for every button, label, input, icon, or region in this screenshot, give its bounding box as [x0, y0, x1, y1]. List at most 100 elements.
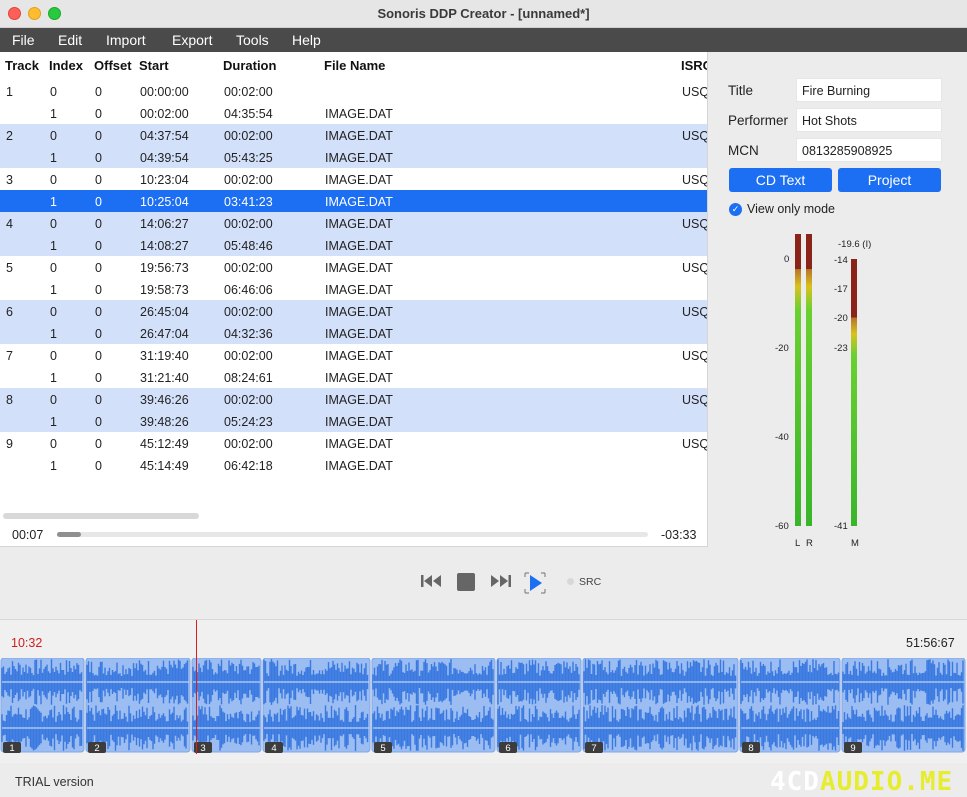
cell-start: 00:02:00	[140, 107, 189, 121]
play-icon[interactable]	[523, 572, 547, 594]
cell-start: 19:58:73	[140, 283, 189, 297]
mcn-field[interactable]: 0813285908925	[796, 138, 942, 162]
cell-offset: 0	[95, 239, 102, 253]
waveform-display[interactable]: 1 2 3 4 5 6 7 8 9	[0, 658, 967, 754]
view-only-checkbox[interactable]: ✓	[729, 203, 742, 216]
cell-duration: 00:02:00	[224, 217, 273, 231]
cell-track: 6	[6, 305, 13, 319]
cell-file: IMAGE.DAT	[325, 217, 393, 231]
view-only-label: View only mode	[747, 202, 836, 216]
cell-duration: 00:02:00	[224, 349, 273, 363]
table-row[interactable]: 8 0 0 39:46:26 00:02:00 IMAGE.DAT USQ	[0, 388, 708, 410]
cell-file: IMAGE.DAT	[325, 327, 393, 341]
cell-start: 04:37:54	[140, 129, 189, 143]
cell-offset: 0	[95, 415, 102, 429]
cell-duration: 04:32:36	[224, 327, 273, 341]
waveform-track-clip[interactable]: 2	[85, 658, 191, 754]
table-row[interactable]: 1 0 45:14:49 06:42:18 IMAGE.DAT	[0, 454, 707, 476]
cell-offset: 0	[95, 195, 102, 209]
cell-file: IMAGE.DAT	[325, 283, 393, 297]
title-field[interactable]: Fire Burning	[796, 78, 942, 102]
title-bar: Sonoris DDP Creator - [unnamed*]	[0, 0, 967, 28]
table-header: Track Index Offset Start Duration File N…	[0, 52, 707, 78]
cell-offset: 0	[95, 459, 102, 473]
table-row[interactable]: 9 0 0 45:12:49 00:02:00 IMAGE.DAT USQ	[0, 432, 707, 454]
total-time: 51:56:67	[906, 636, 955, 650]
waveform-track-clip[interactable]: 7	[582, 658, 739, 754]
table-row[interactable]: 6 0 0 26:45:04 00:02:00 IMAGE.DAT USQ	[0, 300, 708, 322]
table-row[interactable]: 1 0 00:02:00 04:35:54 IMAGE.DAT	[0, 102, 707, 124]
cell-offset: 0	[95, 371, 102, 385]
column-header-isrc[interactable]: ISRC	[681, 58, 707, 73]
horizontal-scrollbar[interactable]	[3, 513, 199, 519]
cd-text-button[interactable]: CD Text	[729, 168, 832, 192]
table-row[interactable]: 1 0 39:48:26 05:24:23 IMAGE.DAT	[0, 410, 707, 432]
waveform-track-clip[interactable]: 1	[0, 658, 85, 754]
waveform-track-clip[interactable]: 9	[841, 658, 966, 754]
table-row[interactable]: 1 0 26:47:04 04:32:36 IMAGE.DAT	[0, 322, 707, 344]
project-button[interactable]: Project	[838, 168, 941, 192]
cell-duration: 00:02:00	[224, 261, 273, 275]
playhead-cursor[interactable]	[196, 620, 197, 754]
table-row[interactable]: 4 0 0 14:06:27 00:02:00 IMAGE.DAT USQ	[0, 212, 707, 234]
track-number-label: 5	[380, 743, 385, 754]
previous-track-icon[interactable]	[420, 572, 442, 590]
table-row[interactable]: 1 0 10:25:04 03:41:23 IMAGE.DAT	[0, 190, 707, 212]
performer-field[interactable]: Hot Shots	[796, 108, 942, 132]
menu-tools[interactable]: Tools	[236, 32, 269, 48]
table-row[interactable]: 1 0 04:39:54 05:43:25 IMAGE.DAT	[0, 146, 707, 168]
waveform-track-clip[interactable]: 3	[191, 658, 262, 754]
window-title: Sonoris DDP Creator - [unnamed*]	[377, 6, 590, 21]
menu-file[interactable]: File	[12, 32, 35, 48]
track-number-label: 7	[591, 743, 596, 754]
cell-index: 1	[50, 459, 57, 473]
table-row[interactable]: 1 0 0 00:00:00 00:02:00 USQ	[0, 80, 707, 102]
column-header-track[interactable]: Track	[5, 58, 39, 73]
cell-track: 2	[6, 129, 13, 143]
playback-progress-fill	[57, 532, 81, 537]
menu-export[interactable]: Export	[172, 32, 212, 48]
column-header-offset[interactable]: Offset	[94, 58, 132, 73]
cell-index: 1	[50, 327, 57, 341]
waveform-track-clip[interactable]: 6	[496, 658, 582, 754]
cell-start: 26:47:04	[140, 327, 189, 341]
cell-index: 1	[50, 239, 57, 253]
cell-file: IMAGE.DAT	[325, 173, 393, 187]
cell-start: 14:06:27	[140, 217, 189, 231]
m-scale-20: -20	[834, 313, 848, 324]
column-header-index[interactable]: Index	[49, 58, 83, 73]
table-row[interactable]: 5 0 0 19:56:73 00:02:00 IMAGE.DAT USQ	[0, 256, 708, 278]
cell-isrc: USQ	[682, 305, 708, 319]
table-row[interactable]: 2 0 0 04:37:54 00:02:00 IMAGE.DAT USQ	[0, 124, 707, 146]
menu-import[interactable]: Import	[106, 32, 146, 48]
cell-index: 0	[50, 393, 57, 407]
title-label: Title	[728, 83, 754, 98]
next-track-icon[interactable]	[490, 572, 512, 590]
table-body: 1 0 0 00:00:00 00:02:00 USQ 1 0 00:02:00 04:35:54…	[0, 80, 708, 476]
table-row[interactable]: 3 0 0 10:23:04 00:02:00 IMAGE.DAT USQ	[0, 168, 707, 190]
cell-isrc: USQ	[682, 393, 708, 407]
cell-start: 39:48:26	[140, 415, 189, 429]
table-row[interactable]: 1 0 31:21:40 08:24:61 IMAGE.DAT	[0, 366, 707, 388]
cell-start: 04:39:54	[140, 151, 189, 165]
menu-help[interactable]: Help	[292, 32, 321, 48]
table-row[interactable]: 7 0 0 31:19:40 00:02:00 IMAGE.DAT USQ	[0, 344, 707, 366]
cell-duration: 06:46:06	[224, 283, 273, 297]
cell-duration: 00:02:00	[224, 129, 273, 143]
menu-edit[interactable]: Edit	[58, 32, 82, 48]
waveform-track-clip[interactable]: 8	[739, 658, 841, 754]
playback-progress-bar[interactable]	[57, 532, 648, 537]
column-header-file-name[interactable]: File Name	[324, 58, 385, 73]
waveform-track-clip[interactable]: 4	[262, 658, 371, 754]
track-number-label: 1	[9, 743, 14, 754]
cell-duration: 05:48:46	[224, 239, 273, 253]
cell-file: IMAGE.DAT	[325, 107, 393, 121]
waveform-track-clip[interactable]: 5	[371, 658, 496, 754]
cell-file: IMAGE.DAT	[325, 195, 393, 209]
column-header-start[interactable]: Start	[139, 58, 169, 73]
column-header-duration[interactable]: Duration	[223, 58, 276, 73]
table-row[interactable]: 1 0 19:58:73 06:46:06 IMAGE.DAT	[0, 278, 707, 300]
cell-isrc: USQ	[682, 261, 708, 275]
table-row[interactable]: 1 0 14:08:27 05:48:46 IMAGE.DAT	[0, 234, 707, 256]
stop-icon[interactable]	[456, 572, 476, 592]
